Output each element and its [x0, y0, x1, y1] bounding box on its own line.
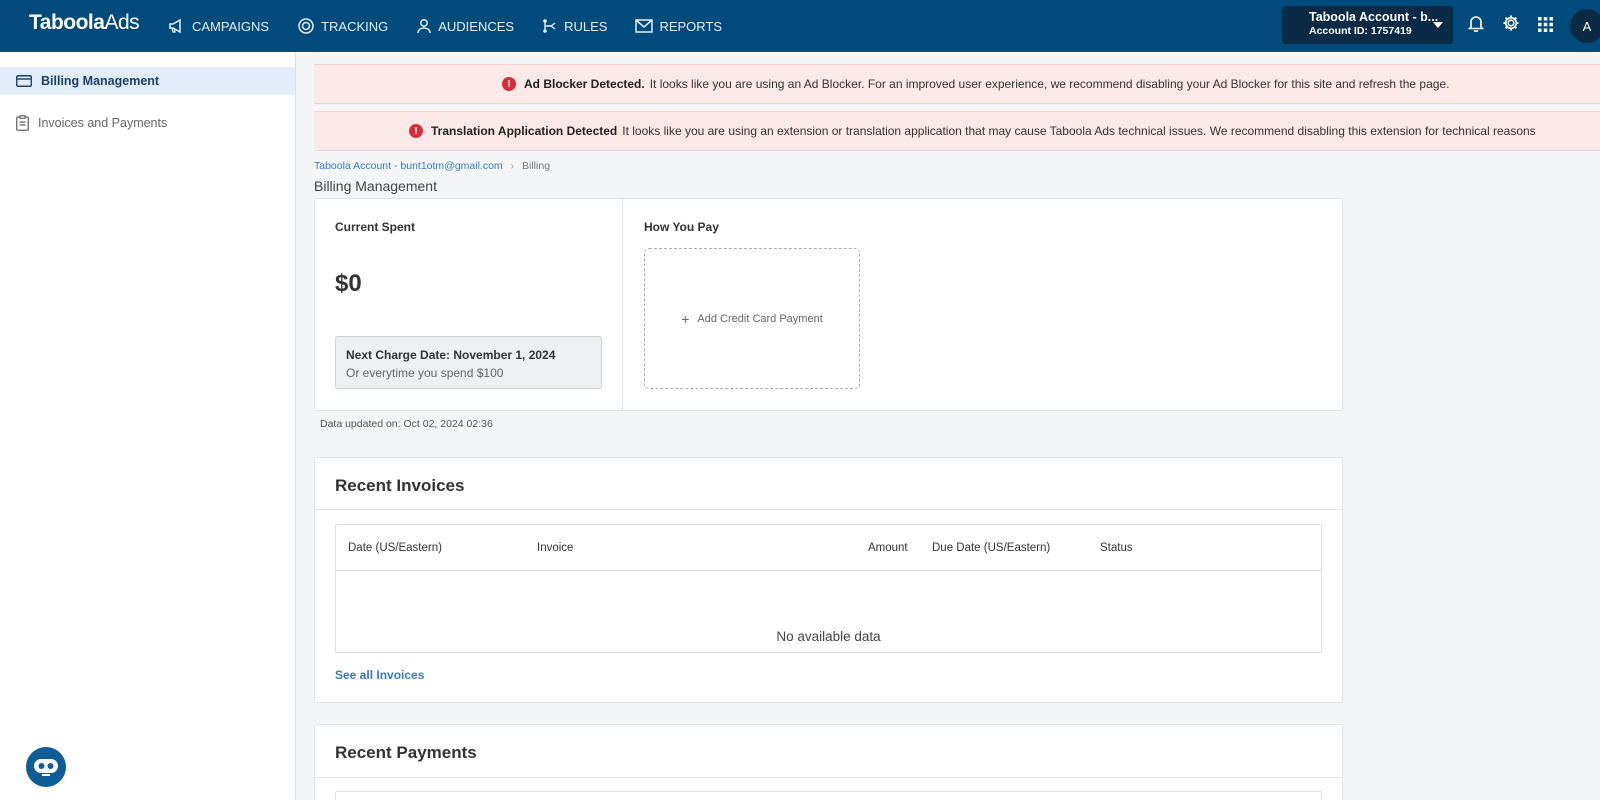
- nav-audiences-label: AUDIENCES: [438, 18, 515, 34]
- empty-state-message: No available data: [776, 629, 881, 644]
- rules-icon: [543, 19, 556, 33]
- breadcrumb-account-link[interactable]: Taboola Account - bunt1otm@gmail.com: [314, 160, 503, 172]
- account-id: Account ID: 1757419: [1309, 25, 1412, 37]
- sidebar-item-label: Billing Management: [41, 74, 160, 88]
- top-navbar: Taboola Ads CAMPAIGNS TRACKING AUDIENCES …: [0, 0, 1600, 52]
- add-credit-card-label: Add Credit Card Payment: [697, 312, 823, 325]
- credit-card-icon: [16, 75, 32, 87]
- translation-title: Translation Application Detected: [431, 124, 618, 138]
- avatar-initial: A: [1582, 18, 1592, 34]
- current-spent-label: Current Spent: [335, 220, 416, 234]
- ad-blocker-banner: ! Ad Blocker Detected. It looks like you…: [314, 64, 1600, 104]
- nav-tracking-label: TRACKING: [321, 18, 389, 34]
- sidebar-item-label: Invoices and Payments: [38, 116, 168, 130]
- nav-campaigns[interactable]: CAMPAIGNS: [168, 18, 269, 34]
- current-spent-value: $0: [335, 270, 362, 297]
- gear-icon[interactable]: [1502, 14, 1520, 32]
- invoices-table: Date (US/Eastern) Invoice Amount Due Dat…: [335, 524, 1322, 653]
- taboola-ads-logo[interactable]: Taboola Ads: [29, 11, 140, 35]
- how-you-pay-label: How You Pay: [644, 220, 719, 234]
- sidebar-item-invoices-and-payments[interactable]: Invoices and Payments: [0, 109, 295, 137]
- user-icon: [417, 19, 431, 34]
- card-divider: [622, 199, 623, 410]
- payments-table: [335, 791, 1322, 800]
- next-charge-box: Next Charge Date: November 1, 2024 Or ev…: [335, 336, 602, 389]
- nav-rules[interactable]: RULES: [542, 18, 607, 34]
- error-icon: !: [502, 77, 516, 91]
- error-icon: !: [409, 124, 423, 138]
- ad-blocker-message: It looks like you are using an Ad Blocke…: [649, 77, 1450, 91]
- billing-summary-card: Current Spent $0 Next Charge Date: Novem…: [314, 198, 1343, 411]
- translation-message: It looks like you are using an extension…: [622, 124, 1536, 138]
- nav-audiences[interactable]: AUDIENCES: [416, 18, 514, 34]
- account-name: Taboola Account - b...: [1309, 10, 1439, 24]
- account-selector[interactable]: Taboola Account - b... Account ID: 17574…: [1282, 6, 1453, 44]
- chat-bot-button[interactable]: [26, 747, 66, 787]
- nav-reports[interactable]: REPORTS: [635, 19, 722, 34]
- nav-tracking[interactable]: TRACKING: [297, 17, 388, 35]
- bell-icon[interactable]: [1468, 14, 1484, 32]
- recent-invoices-card: Recent Invoices Date (US/Eastern) Invoic…: [314, 457, 1343, 703]
- divider: [315, 777, 1342, 778]
- nav-campaigns-label: CAMPAIGNS: [192, 18, 270, 34]
- recent-payments-card: Recent Payments: [314, 724, 1343, 800]
- divider: [315, 509, 1342, 510]
- main-nav: CAMPAIGNS TRACKING AUDIENCES RULES REPOR…: [168, 0, 750, 52]
- data-updated-timestamp: Data updated on: Oct 02, 2024 02:36: [320, 418, 493, 430]
- column-header-invoice[interactable]: Invoice: [537, 542, 573, 554]
- table-header: Date (US/Eastern) Invoice Amount Due Dat…: [336, 525, 1321, 571]
- breadcrumb: Taboola Account - bunt1otm@gmail.com › B…: [314, 160, 550, 172]
- megaphone-icon: [169, 18, 181, 34]
- recent-invoices-title: Recent Invoices: [335, 476, 465, 495]
- recent-payments-title: Recent Payments: [335, 743, 477, 762]
- clipboard-icon: [16, 115, 29, 131]
- column-header-due-date[interactable]: Due Date (US/Eastern): [932, 542, 1050, 554]
- chevron-right-icon: ›: [510, 160, 515, 172]
- ad-blocker-title: Ad Blocker Detected.: [524, 77, 645, 91]
- see-all-invoices-link[interactable]: See all Invoices: [335, 668, 424, 682]
- chat-bot-icon: [34, 759, 58, 776]
- column-header-status[interactable]: Status: [1100, 542, 1133, 554]
- page-title: Billing Management: [314, 178, 437, 194]
- nav-reports-label: REPORTS: [659, 18, 723, 34]
- sidebar: Billing Management Invoices and Payments: [0, 52, 296, 800]
- charge-threshold: Or everytime you spend $100: [346, 366, 504, 380]
- column-header-date[interactable]: Date (US/Eastern): [348, 542, 442, 554]
- column-header-amount[interactable]: Amount: [868, 542, 908, 554]
- apps-grid-icon[interactable]: [1538, 17, 1553, 32]
- plus-icon: +: [681, 310, 690, 327]
- logo-text: Taboola: [29, 11, 105, 34]
- translation-banner: ! Translation Application Detected It lo…: [314, 111, 1600, 151]
- add-credit-card-button[interactable]: + Add Credit Card Payment: [644, 248, 860, 389]
- logo-suffix: Ads: [104, 11, 140, 34]
- mail-icon: [635, 19, 654, 33]
- breadcrumb-current: Billing: [522, 160, 551, 172]
- chevron-down-icon: [1433, 22, 1443, 28]
- tracking-icon: [298, 18, 314, 34]
- next-charge-date: Next Charge Date: November 1, 2024: [346, 348, 556, 362]
- avatar[interactable]: A: [1570, 9, 1600, 43]
- sidebar-item-billing-management[interactable]: Billing Management: [0, 67, 295, 95]
- nav-rules-label: RULES: [564, 18, 608, 34]
